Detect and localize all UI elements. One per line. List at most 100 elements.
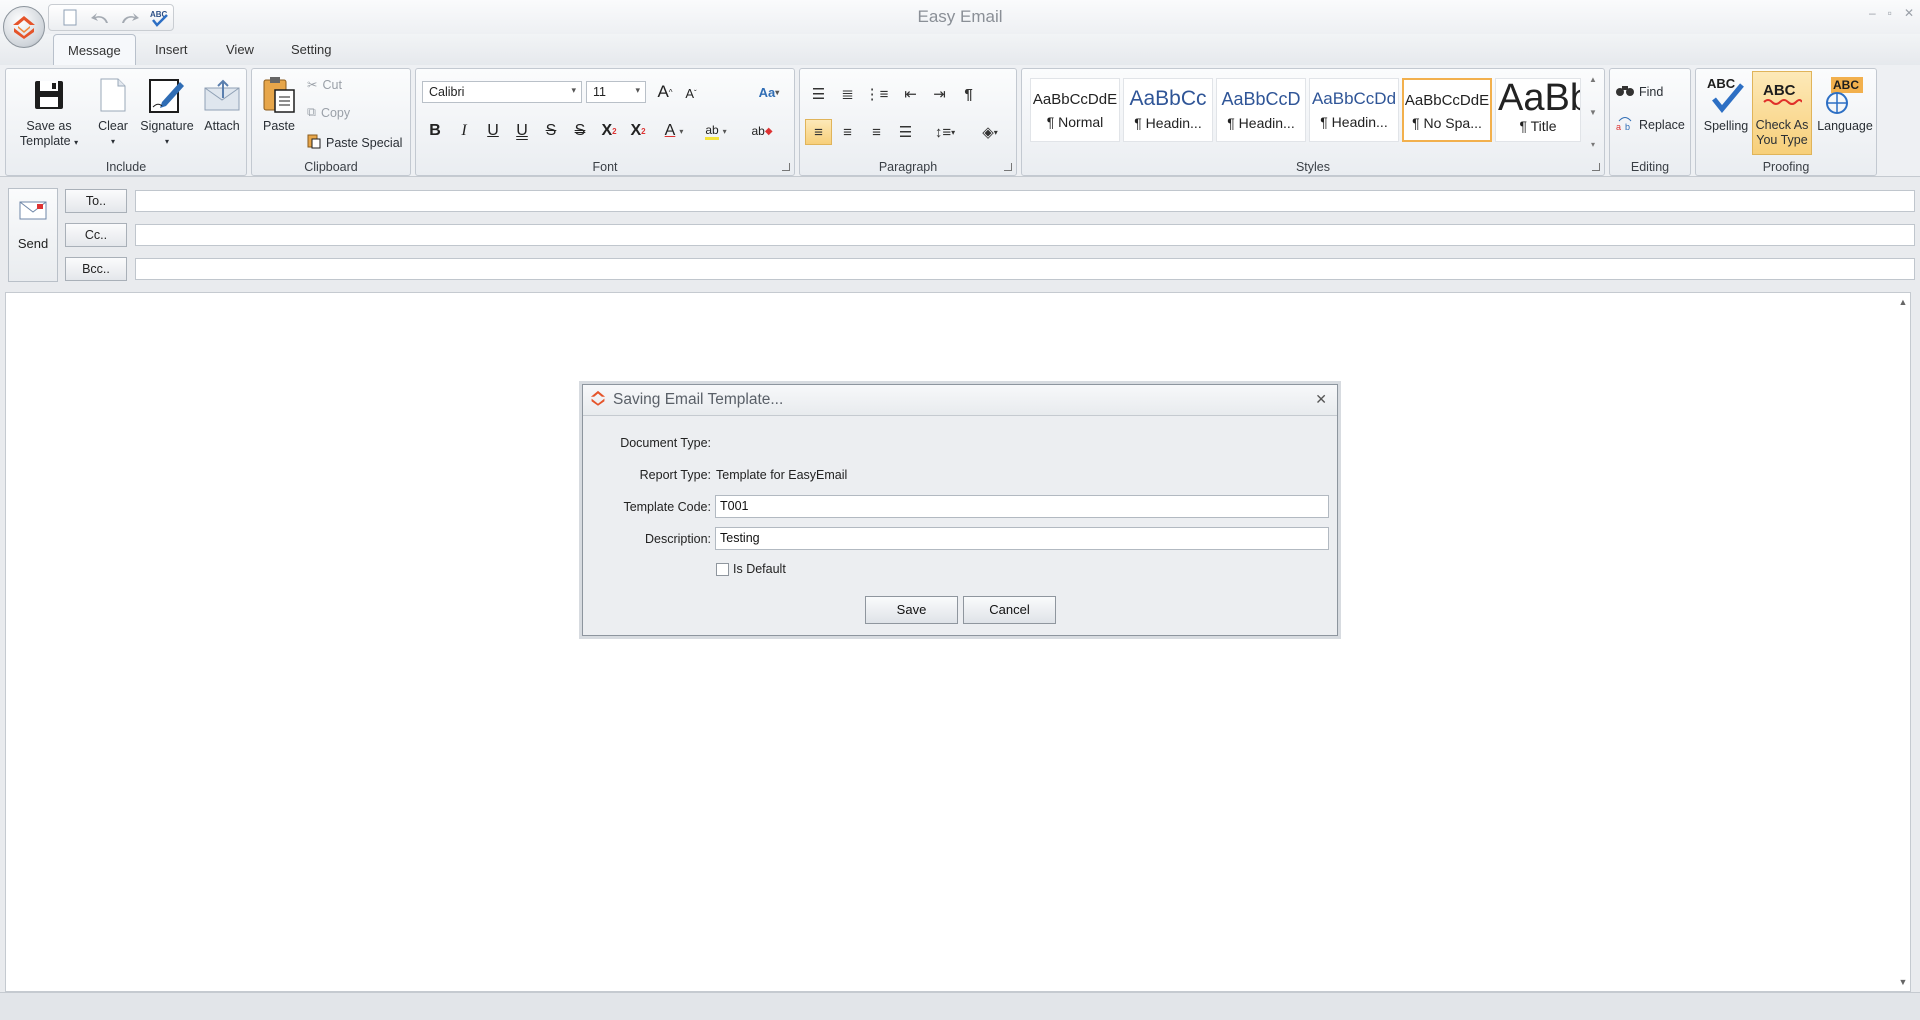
editing-group: Find ab Replace Editing [1609, 68, 1691, 176]
tab-insert[interactable]: Insert [141, 34, 202, 65]
line-spacing-icon[interactable]: ↕≡ ▾ [926, 119, 964, 145]
chevron-down-icon: ▾ [110, 137, 115, 146]
bold-button[interactable]: B [422, 119, 448, 143]
send-button[interactable]: Send [8, 188, 58, 282]
replace-button[interactable]: ab Replace [1616, 115, 1685, 134]
style-title[interactable]: AaBb ¶ Title [1495, 78, 1581, 142]
shrink-font-button[interactable]: Aˇ [678, 81, 704, 105]
cc-field[interactable] [135, 224, 1915, 246]
align-right-icon[interactable]: ≡ [863, 119, 890, 145]
font-size-select[interactable]: 11 [586, 81, 646, 103]
underline-button[interactable]: U [480, 119, 506, 143]
dialog-close-icon[interactable]: ✕ [1315, 391, 1327, 408]
clear-formatting-button[interactable]: ab ◆ [749, 119, 775, 143]
include-group: Save as Template ▾ Clear ▾ Signature ▾ A… [5, 68, 247, 176]
replace-icon: ab [1616, 115, 1634, 134]
styles-dialog-launcher-icon[interactable] [1592, 163, 1600, 171]
font-color-button[interactable]: A ▾ [656, 119, 692, 143]
align-center-icon[interactable]: ≡ [834, 119, 861, 145]
italic-button[interactable]: I [451, 119, 477, 143]
gallery-expand-icon[interactable]: ▾ [1591, 140, 1595, 149]
style-heading-2[interactable]: AaBbCcD ¶ Headin... [1216, 78, 1306, 142]
close-icon[interactable]: ✕ [1904, 6, 1914, 20]
paste-button[interactable]: Paste [256, 73, 302, 134]
proofing-group: ABC Spelling ABC Check As You Type ABC L… [1695, 68, 1877, 176]
blank-page-icon [88, 73, 138, 117]
style-normal[interactable]: AaBbCcDdE ¶ Normal [1030, 78, 1120, 142]
cc-button[interactable]: Cc.. [65, 223, 127, 247]
scroll-down-icon[interactable]: ▼ [1589, 108, 1597, 117]
copy-button[interactable]: ⧉ Copy [307, 105, 350, 120]
easyemail-logo-icon[interactable] [3, 6, 45, 48]
tab-message[interactable]: Message [53, 34, 136, 65]
language-button[interactable]: ABC Language [1814, 73, 1876, 134]
multilevel-list-icon[interactable]: ⋮≡ [863, 81, 890, 107]
spelling-button[interactable]: ABC Spelling [1698, 73, 1754, 134]
app-title: Easy Email [917, 7, 1003, 26]
double-underline-button[interactable]: U [509, 119, 535, 143]
font-family-select[interactable]: Calibri [422, 81, 582, 103]
style-heading-3[interactable]: AaBbCcDd ¶ Headin... [1309, 78, 1399, 142]
subscript-button[interactable]: X2 [625, 119, 651, 143]
to-button[interactable]: To.. [65, 189, 127, 213]
strikethrough-button[interactable]: S [538, 119, 564, 143]
double-strikethrough-button[interactable]: S [567, 119, 593, 143]
find-button[interactable]: Find [1616, 83, 1663, 100]
styles-group: AaBbCcDdE ¶ Normal AaBbCc ¶ Headin... Aa… [1021, 68, 1605, 176]
tab-view[interactable]: View [212, 34, 268, 65]
styles-gallery-scroll: ▲ ▼ ▾ [1586, 75, 1600, 149]
numbering-icon[interactable]: ≣ [834, 81, 861, 107]
minimize-icon[interactable]: – [1869, 6, 1876, 20]
check-as-you-type-toggle[interactable]: ABC Check As You Type [1752, 71, 1812, 155]
clipboard-group: Paste ✂ Cut ⧉ Copy Paste Special Clipboa… [251, 68, 411, 176]
align-left-icon[interactable]: ≡ [805, 119, 832, 145]
svg-text:a: a [1616, 122, 1621, 131]
scroll-down-icon[interactable]: ▼ [1896, 977, 1910, 987]
justify-icon[interactable]: ☰ [892, 119, 919, 145]
eraser-icon: ◆ [764, 125, 773, 137]
grow-font-button[interactable]: A ^ [652, 80, 678, 104]
paragraph-dialog-launcher-icon[interactable] [1004, 163, 1012, 171]
clear-button[interactable]: Clear ▾ [88, 73, 138, 149]
font-dialog-launcher-icon[interactable] [782, 163, 790, 171]
bullets-icon[interactable]: ☰ [805, 81, 832, 107]
style-no-spacing[interactable]: AaBbCcDdE ¶ No Spa... [1402, 78, 1492, 142]
tab-setting[interactable]: Setting [277, 34, 345, 65]
highlight-button[interactable]: ab ▾ [698, 119, 734, 143]
superscript-button[interactable]: X2 [596, 119, 622, 143]
report-type-value: Template for EasyEmail [716, 468, 848, 482]
to-field[interactable] [135, 190, 1915, 212]
bcc-field[interactable] [135, 258, 1915, 280]
cancel-button[interactable]: Cancel [963, 596, 1056, 624]
scroll-up-icon[interactable]: ▲ [1589, 75, 1597, 84]
style-heading-1[interactable]: AaBbCc ¶ Headin... [1123, 78, 1213, 142]
paste-special-button[interactable]: Paste Special [307, 133, 402, 152]
check-as-you-type-icon: ABC [1753, 72, 1811, 116]
template-code-input[interactable]: T001 [715, 495, 1329, 518]
description-label: Description: [645, 532, 711, 546]
maximize-icon[interactable]: ▫ [1888, 6, 1892, 20]
save-icon [10, 73, 88, 117]
dialog-title: Saving Email Template... [613, 391, 784, 408]
attach-button[interactable]: Attach [200, 73, 244, 134]
chevron-down-icon: ▾ [74, 138, 79, 147]
window-controls: – ▫ ✕ [1869, 6, 1914, 20]
editor-scrollbar[interactable]: ▲ ▼ [1896, 293, 1910, 991]
binoculars-icon [1616, 83, 1634, 100]
font-group: Calibri 11 A^ Aˇ Aa▾ B I U U S S X2 X2 A… [415, 68, 795, 176]
shading-icon[interactable]: ◈ ▾ [970, 119, 1010, 145]
cut-button[interactable]: ✂ Cut [307, 77, 342, 93]
is-default-checkbox[interactable] [716, 563, 729, 576]
bcc-button[interactable]: Bcc.. [65, 257, 127, 281]
show-formatting-marks-icon[interactable]: ¶ [955, 81, 982, 107]
save-as-template-button[interactable]: Save as Template ▾ [10, 73, 88, 150]
increase-indent-icon[interactable]: ⇥ [926, 81, 953, 107]
description-input[interactable]: Testing [715, 527, 1329, 550]
save-button[interactable]: Save [865, 596, 958, 624]
signature-button[interactable]: Signature ▾ [136, 73, 198, 149]
decrease-indent-icon[interactable]: ⇤ [897, 81, 924, 107]
change-case-button[interactable]: Aa ▾ [752, 80, 786, 104]
scroll-up-icon[interactable]: ▲ [1896, 297, 1910, 307]
is-default-label: Is Default [733, 562, 786, 576]
send-envelope-icon [9, 199, 57, 224]
